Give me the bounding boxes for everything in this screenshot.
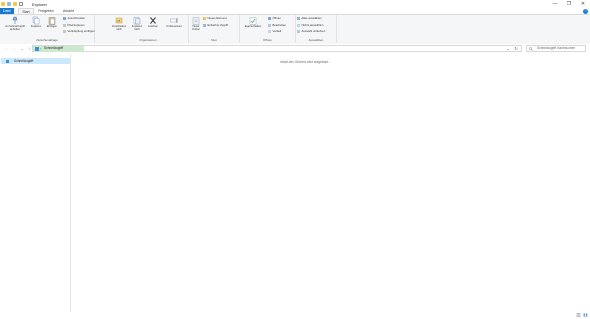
path-icon	[63, 23, 66, 27]
address-dropdown-button[interactable]: ⌄	[505, 46, 511, 52]
properties-icon[interactable]	[7, 2, 11, 6]
new-folder-icon[interactable]	[13, 2, 17, 6]
window-title: Explorer	[32, 1, 47, 7]
recent-locations-button[interactable]: ⌄	[19, 46, 25, 52]
group-label-clipboard: Zwischenablage	[36, 38, 58, 42]
delete-button[interactable]: Löschen	[147, 16, 159, 28]
copy-to-icon	[133, 17, 141, 25]
group-organize: Verschieben nach Kopieren nach Löschen U…	[108, 14, 189, 43]
navigation-pane	[0, 54, 71, 312]
properties-button[interactable]: Eigenschaften	[241, 16, 265, 28]
copy-to-button[interactable]: Kopieren nach	[129, 16, 145, 31]
back-button[interactable]: ←	[3, 46, 9, 52]
open-button[interactable]: Öffnen	[268, 16, 281, 21]
copy-button[interactable]: Kopieren	[29, 16, 43, 28]
refresh-button[interactable]: ↻	[513, 46, 519, 52]
quick-access-toolbar	[1, 1, 23, 7]
copy-icon	[32, 16, 40, 25]
chevron-down-icon[interactable]	[19, 2, 23, 6]
group-label-open: Öffnen	[263, 38, 272, 42]
group-select: Alles auswählen Nichts auswählen Auswahl…	[296, 14, 337, 43]
paste-button[interactable]: Einfügen	[45, 16, 59, 28]
forward-button[interactable]: →	[11, 46, 17, 52]
star-icon	[6, 59, 9, 63]
group-label-new: Neu	[211, 38, 217, 42]
search-placeholder: Schnellzugriff durchsuchen	[537, 46, 576, 50]
search-icon	[529, 46, 533, 51]
easy-access-button[interactable]: Einfacher Zugriff	[203, 23, 228, 28]
new-folder-icon	[192, 17, 200, 25]
invert-selection-button[interactable]: Auswahl umkehren	[297, 29, 325, 34]
minimize-button[interactable]: —	[548, 0, 562, 8]
select-all-icon	[297, 17, 300, 21]
easy-access-icon	[203, 23, 206, 27]
move-to-icon	[115, 17, 123, 24]
group-new: Neuer Ordner Neues Element Einfacher Zug…	[189, 14, 240, 43]
group-label-select: Auswählen	[308, 38, 324, 42]
select-none-button[interactable]: Nichts auswählen	[297, 23, 323, 28]
breadcrumb-separator-icon: ›	[40, 46, 42, 51]
new-item-button[interactable]: Neues Element	[203, 16, 227, 21]
scissors-icon	[63, 17, 66, 21]
empty-folder-message: Inhalt des Ordners wird aufgebaut...	[280, 60, 331, 64]
delete-icon	[150, 17, 156, 24]
star-icon	[35, 46, 39, 51]
paste-shortcut-button[interactable]: Verknüpfung einfügen	[63, 29, 95, 34]
new-item-icon	[203, 17, 206, 21]
clipboard-icon	[48, 17, 56, 25]
details-view-icon[interactable]	[576, 313, 581, 317]
edit-icon	[268, 23, 271, 27]
status-bar	[0, 312, 590, 319]
rename-button[interactable]: Umbenennen	[162, 16, 186, 28]
history-icon	[268, 30, 271, 34]
select-all-button[interactable]: Alles auswählen	[297, 16, 322, 21]
help-button[interactable]: ?	[583, 8, 588, 14]
address-bar[interactable]	[32, 45, 522, 52]
copy-path-button[interactable]: Pfad kopieren	[63, 23, 85, 28]
breadcrumb[interactable]: Schnellzugriff	[44, 46, 63, 51]
history-button[interactable]: Verlauf	[268, 29, 281, 34]
new-folder-button[interactable]: Neuer Ordner	[189, 16, 203, 31]
cut-button[interactable]: Ausschneiden	[63, 16, 85, 21]
nav-item-label: Schnellzugriff	[14, 59, 34, 63]
pin-icon	[12, 16, 18, 24]
select-none-icon	[297, 23, 300, 27]
maximize-button[interactable]: ❐	[562, 0, 576, 8]
move-to-button[interactable]: Verschieben nach	[110, 16, 128, 31]
group-clipboard: An Schnellzugriff anheften Kopieren Einf…	[0, 14, 95, 43]
group-open: Eigenschaften Öffnen Bearbeiten Verlauf …	[240, 14, 296, 43]
nav-item-quick-access[interactable]	[1, 58, 70, 64]
shortcut-icon	[63, 30, 66, 34]
folder-icon	[1, 2, 5, 6]
rename-icon	[170, 18, 178, 23]
pin-quick-access-button[interactable]: An Schnellzugriff anheften	[2, 16, 28, 31]
properties-icon	[249, 17, 257, 25]
group-label-organize: Organisieren	[139, 38, 157, 42]
edit-button[interactable]: Bearbeiten	[268, 23, 286, 28]
invert-selection-icon	[297, 30, 300, 34]
close-button[interactable]: ✕	[576, 0, 590, 8]
large-icons-view-icon[interactable]	[583, 313, 588, 317]
open-icon	[268, 17, 271, 21]
title-bar	[0, 0, 590, 8]
